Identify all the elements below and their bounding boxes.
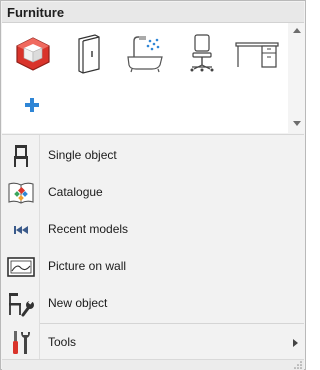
chair-icon bbox=[7, 142, 35, 170]
scroll-down-icon[interactable] bbox=[292, 119, 302, 127]
add-icon bbox=[25, 98, 39, 112]
resize-grip-icon[interactable] bbox=[294, 361, 302, 369]
office-chair-icon bbox=[190, 34, 214, 72]
desk-icon bbox=[235, 42, 279, 68]
resize-strip bbox=[2, 359, 304, 370]
gallery-title: Furniture bbox=[7, 5, 65, 20]
menu-item-tools[interactable]: Tools bbox=[2, 324, 304, 361]
new-object-wrench-icon bbox=[7, 290, 35, 318]
gallery-tile-bathroom[interactable] bbox=[119, 27, 171, 79]
gallery-scrollbar[interactable] bbox=[288, 23, 305, 133]
rewind-icon bbox=[7, 216, 35, 244]
wardrobe-icon bbox=[78, 34, 100, 74]
menu-item-label: New object bbox=[48, 296, 108, 310]
scroll-up-icon[interactable] bbox=[292, 27, 302, 35]
gallery-tile-wardrobe[interactable] bbox=[61, 27, 113, 79]
furniture-menu: Single object Catalogue Recent models Pi… bbox=[2, 134, 304, 360]
furniture-menu-panel: Furniture Single object Catalogue Recent… bbox=[0, 0, 306, 370]
room-planner-logo-icon bbox=[16, 37, 50, 71]
menu-item-label: Catalogue bbox=[48, 185, 103, 199]
gallery-tile-office-chair[interactable] bbox=[176, 27, 228, 79]
catalogue-icon bbox=[7, 179, 35, 207]
bathroom-shower-icon bbox=[127, 36, 163, 73]
submenu-arrow-icon bbox=[293, 339, 298, 347]
menu-item-picture-on-wall[interactable]: Picture on wall bbox=[2, 248, 304, 285]
menu-item-catalogue[interactable]: Catalogue bbox=[2, 174, 304, 211]
gallery-tile-desk[interactable] bbox=[231, 27, 283, 79]
gallery-header: Furniture bbox=[2, 2, 304, 23]
menu-item-label: Picture on wall bbox=[48, 259, 127, 273]
menu-item-label: Recent models bbox=[48, 222, 129, 236]
picture-frame-icon bbox=[7, 253, 35, 281]
gallery-tile-room[interactable] bbox=[6, 27, 58, 79]
menu-item-single-object[interactable]: Single object bbox=[2, 137, 304, 174]
gallery-tile-add[interactable] bbox=[6, 79, 58, 131]
menu-item-new-object[interactable]: New object bbox=[2, 285, 304, 322]
furniture-gallery bbox=[2, 23, 304, 133]
menu-item-label: Tools bbox=[48, 335, 77, 349]
tools-icon bbox=[7, 329, 35, 357]
menu-item-label: Single object bbox=[48, 148, 117, 162]
menu-item-recent-models[interactable]: Recent models bbox=[2, 211, 304, 248]
